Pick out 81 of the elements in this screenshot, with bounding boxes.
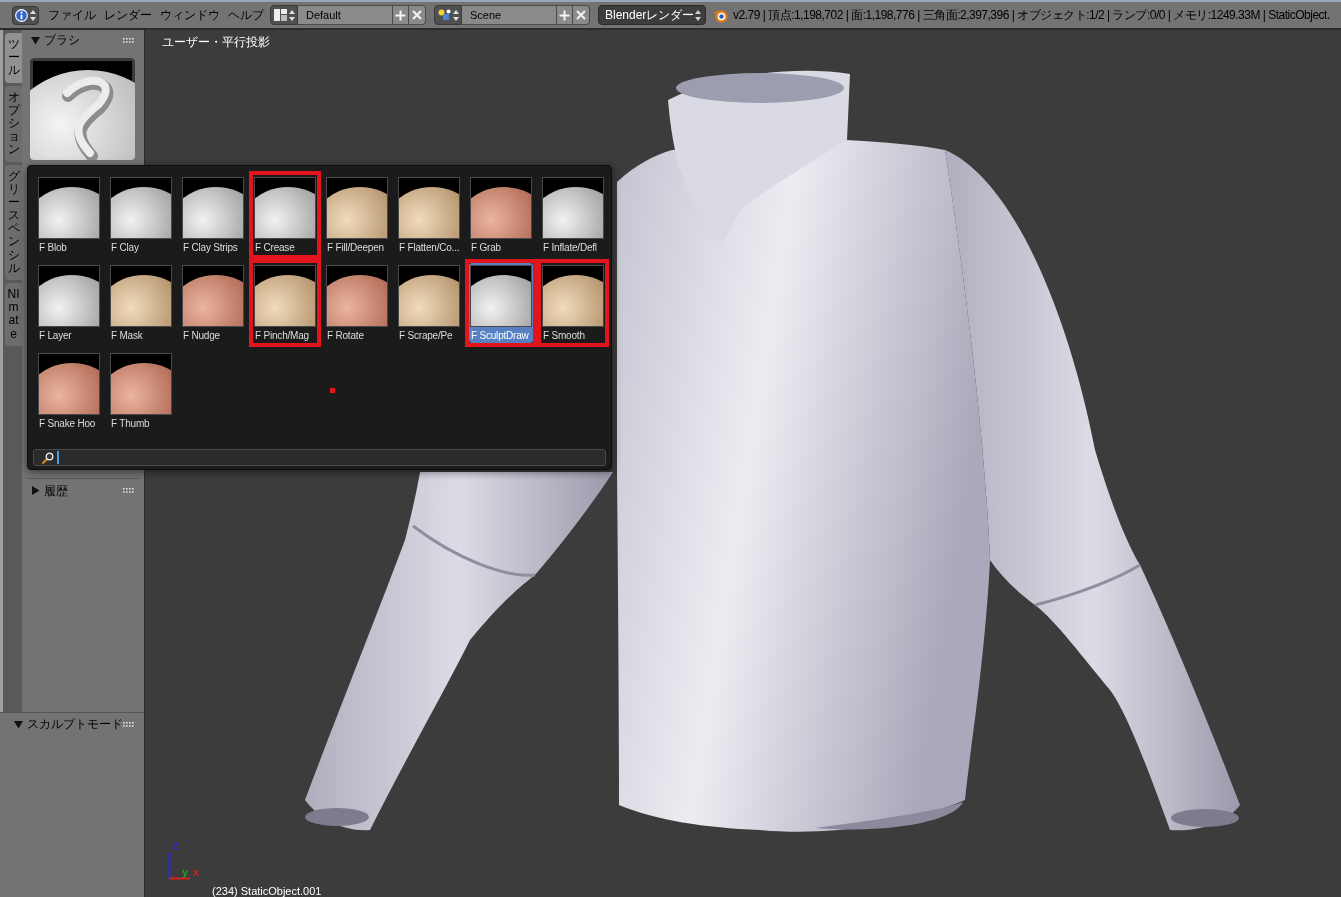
side-tab[interactable]: オプション bbox=[5, 85, 22, 162]
up-down-arrows-icon bbox=[30, 9, 36, 21]
scene-statistics: v2.79 | 頂点:1,198,702 | 面:1,198,776 | 三角面:2,397,396 | オブジェクト:1/2 | ランプ:0/0 | メモリ:1249.33M | StaticObject. bbox=[733, 7, 1330, 24]
brush-thumbnail bbox=[38, 353, 100, 415]
brush-tile[interactable]: F Layer bbox=[37, 263, 101, 343]
scene-name-field[interactable]: Scene bbox=[462, 5, 556, 25]
up-down-arrows-icon bbox=[288, 9, 295, 21]
view-label: ユーザー・平行投影 bbox=[162, 35, 270, 50]
side-tab[interactable]: NI mate bbox=[5, 283, 22, 346]
axis-lines-icon bbox=[168, 852, 190, 880]
brush-thumbnail bbox=[326, 265, 388, 327]
brush-tile[interactable]: F Clay bbox=[109, 175, 173, 255]
up-down-arrows-icon bbox=[452, 9, 459, 21]
grip-icon[interactable] bbox=[123, 721, 135, 727]
menu-item[interactable]: ヘルプ bbox=[224, 5, 268, 25]
up-down-arrows-icon bbox=[695, 9, 701, 21]
menu-item[interactable]: ウィンドウ bbox=[156, 5, 224, 25]
brush-tile[interactable]: F Clay Strips bbox=[181, 175, 245, 255]
remove-button[interactable] bbox=[409, 5, 426, 25]
brush-thumbnail bbox=[470, 177, 532, 239]
object-label: (234) StaticObject.001 bbox=[212, 885, 322, 897]
brush-tile[interactable]: F Rotate bbox=[325, 263, 389, 343]
panel-header[interactable]: ブラシ bbox=[31, 31, 80, 49]
brush-tile[interactable]: F Nudge bbox=[181, 263, 245, 343]
search-field[interactable] bbox=[33, 449, 606, 466]
brush-thumbnail bbox=[542, 177, 604, 239]
brush-thumbnail bbox=[398, 265, 460, 327]
render-engine-dropdown[interactable]: Blenderレンダー bbox=[598, 5, 706, 25]
brush-thumbnail bbox=[182, 177, 244, 239]
editor-type-button[interactable] bbox=[12, 5, 39, 25]
add-button[interactable] bbox=[392, 5, 409, 25]
app-logo-icon bbox=[712, 7, 728, 23]
add-button[interactable] bbox=[556, 5, 573, 25]
brush-tile[interactable]: F Grab bbox=[469, 175, 533, 255]
brush-tile[interactable]: F Fill/Deepen bbox=[325, 175, 389, 255]
menu-item[interactable]: レンダー bbox=[100, 5, 156, 25]
brush-thumbnail bbox=[254, 265, 316, 327]
brush-thumbnail bbox=[110, 265, 172, 327]
brush-thumbnail bbox=[398, 177, 460, 239]
search-icon bbox=[42, 451, 54, 464]
axis-label: x bbox=[193, 867, 200, 878]
brush-tile[interactable]: F Inflate/Defl bbox=[541, 175, 605, 255]
grip-icon[interactable] bbox=[123, 37, 135, 43]
brush-thumbnail bbox=[542, 265, 604, 327]
layout-browse-button[interactable] bbox=[270, 5, 298, 25]
brush-tile[interactable]: F Flatten/Co... bbox=[397, 175, 461, 255]
brush-thumbnail bbox=[110, 177, 172, 239]
brush-thumbnail bbox=[470, 265, 532, 327]
brush-thumbnail bbox=[182, 265, 244, 327]
brush-thumbnail bbox=[110, 353, 172, 415]
close-icon bbox=[576, 10, 586, 20]
grip-icon[interactable] bbox=[123, 488, 135, 493]
scene-browse-button[interactable] bbox=[434, 5, 462, 25]
plus-icon bbox=[395, 9, 406, 21]
brush-tile[interactable]: F Blob bbox=[37, 175, 101, 255]
panel-header[interactable]: 履歴 bbox=[31, 481, 68, 500]
brush-tile[interactable]: F Mask bbox=[109, 263, 173, 343]
menu-item[interactable]: ファイル bbox=[44, 5, 100, 25]
brush-tile[interactable]: F SculptDraw bbox=[469, 263, 533, 343]
brush-thumbnail bbox=[38, 265, 100, 327]
side-tab[interactable]: グリースペンシル bbox=[5, 164, 22, 280]
close-icon bbox=[412, 10, 422, 20]
layout-name-field[interactable]: Default bbox=[298, 5, 392, 25]
brush-tile[interactable]: F Scrape/Pe bbox=[397, 263, 461, 343]
brush-tile[interactable]: F Smooth bbox=[541, 263, 605, 343]
axis-label: z bbox=[173, 840, 179, 851]
layout-icon bbox=[273, 9, 287, 21]
brush-tile[interactable]: F Pinch/Mag bbox=[253, 263, 317, 343]
brush-thumbnail bbox=[254, 177, 316, 239]
brush-thumbnail bbox=[326, 177, 388, 239]
axis-label: y bbox=[182, 867, 189, 878]
brush-tile[interactable]: F Thumb bbox=[109, 351, 173, 431]
panel-header[interactable]: スカルプトモード bbox=[14, 715, 123, 733]
brush-tile[interactable]: F Snake Hoo bbox=[37, 351, 101, 431]
plus-icon bbox=[559, 9, 570, 21]
brush-tile[interactable]: F Crease bbox=[253, 175, 317, 255]
scene-icon bbox=[437, 9, 451, 21]
info-icon bbox=[15, 8, 28, 22]
side-tab[interactable]: ツール bbox=[5, 33, 22, 83]
brush-thumbnail bbox=[38, 177, 100, 239]
remove-button[interactable] bbox=[573, 5, 590, 25]
